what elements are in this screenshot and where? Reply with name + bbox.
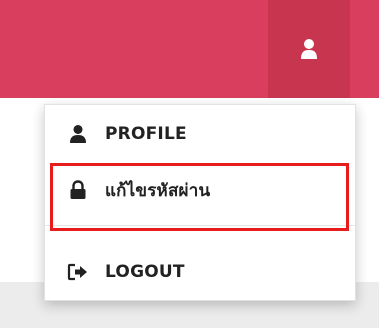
top-navbar (0, 0, 379, 98)
menu-item-change-password[interactable]: แก้ไขรหัสผ่าน (45, 165, 355, 215)
user-icon (67, 123, 89, 145)
menu-item-logout[interactable]: LOGOUT (45, 247, 355, 297)
user-menu-button[interactable] (268, 0, 350, 98)
menu-item-label: LOGOUT (105, 262, 185, 282)
menu-item-label: PROFILE (105, 124, 187, 144)
user-dropdown-menu: PROFILE แก้ไขรหัสผ่าน LOGOUT (44, 104, 356, 301)
user-icon (300, 38, 318, 60)
menu-divider (45, 225, 355, 226)
sign-out-icon (67, 261, 89, 283)
lock-icon (67, 179, 89, 201)
menu-item-label: แก้ไขรหัสผ่าน (105, 180, 211, 201)
menu-item-profile[interactable]: PROFILE (45, 109, 355, 159)
